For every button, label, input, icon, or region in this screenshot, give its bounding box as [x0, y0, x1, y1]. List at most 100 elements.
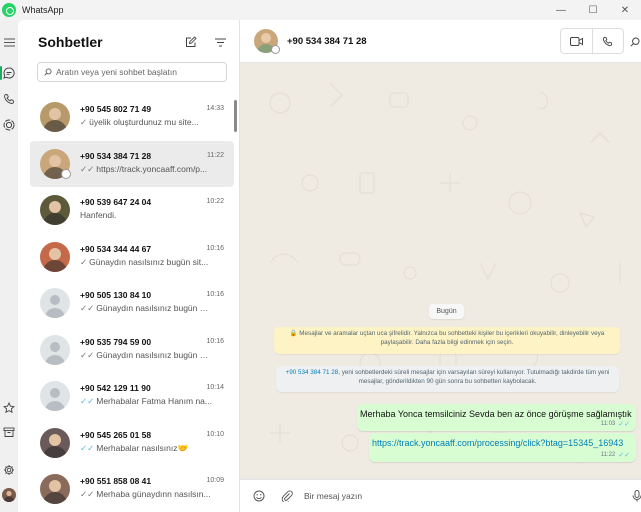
chat-preview: ✓✓ Merhaba günaydınn nasılsın... — [80, 489, 212, 500]
chat-name: +90 542 129 11 90 — [80, 383, 151, 393]
chat-time: 11:22 — [207, 151, 224, 159]
minimize-button[interactable]: — — [545, 0, 577, 20]
preview-text: Günaydın nasılsınız bugün si... — [96, 303, 212, 313]
message-link[interactable]: https://track.yoncaaff.com/processing/cl… — [372, 438, 623, 448]
chat-preview: Hanfendi. — [80, 210, 212, 220]
calls-icon[interactable] — [2, 92, 16, 106]
chat-name: +90 545 265 01 58 — [80, 429, 152, 440]
chat-preview: ✓✓ Merhabalar Fatma Hanım na... — [80, 396, 212, 407]
chat-preview: ✓✓ Merhabalar nasılsınız🤝 — [80, 443, 212, 454]
maximize-button[interactable]: ☐ — [577, 0, 609, 20]
default-avatar-icon — [40, 381, 70, 411]
search-box[interactable] — [37, 62, 227, 82]
chat-time: 10:10 — [206, 430, 224, 438]
filter-icon[interactable] — [212, 34, 228, 50]
delivery-tick-icon: ✓✓ — [80, 163, 95, 174]
contact-avatar — [40, 427, 70, 458]
profile-avatar[interactable] — [2, 488, 16, 502]
video-camera-icon — [569, 36, 583, 46]
outgoing-message[interactable]: https://track.yoncaaff.com/processing/cl… — [369, 433, 636, 462]
chat-list-scrollbar[interactable] — [234, 100, 237, 132]
chat-list-item[interactable]: +90 539 647 24 04 10:22 Hanfendi. — [30, 187, 234, 234]
navigation-rail — [0, 20, 18, 512]
chat-time: 10:22 — [206, 198, 224, 205]
title-bar: WhatsApp — ☐ ✕ — [0, 0, 641, 20]
contact-name[interactable]: +90 534 384 71 28 — [287, 36, 367, 47]
chat-list-item[interactable]: +90 542 129 11 90 10:14 ✓✓ Merhabalar Fatma… — [30, 373, 234, 420]
notice-phone-link[interactable]: +90 534 384 71 28 — [286, 369, 339, 376]
message-time: 11:03 — [600, 421, 616, 427]
encryption-notice[interactable]: 🔒 Mesajlar ve aramalar uçtan uca şifreli… — [274, 327, 620, 354]
menu-icon[interactable] — [2, 35, 16, 49]
search-icon — [44, 68, 52, 76]
chat-time: 14:33 — [206, 105, 224, 112]
date-chip: Bugün — [429, 304, 464, 319]
settings-icon[interactable] — [2, 463, 16, 477]
video-call-button[interactable] — [561, 29, 592, 53]
attach-icon[interactable] — [280, 489, 294, 503]
notice-text: , yeni sohbetlerdeki süreli mesajlar içi… — [338, 369, 610, 385]
chat-preview: ✓✓ Günaydın nasılsınız bugün si... — [80, 303, 212, 314]
read-receipt-icon: ✓✓ — [618, 452, 630, 459]
search-in-chat-icon[interactable] — [630, 34, 641, 48]
delivery-tick-icon: ✓✓ — [80, 396, 95, 406]
message-meta: 11:22 ✓✓ — [601, 451, 630, 459]
chat-name: +90 551 858 08 41 — [80, 476, 152, 486]
contact-avatar — [40, 102, 70, 132]
conversation-header: +90 534 384 71 28 — [240, 20, 641, 63]
chat-list-item[interactable]: +90 545 265 01 58 10:10 ✓✓ Merhabalar nasıl… — [30, 420, 234, 467]
preview-text: Günaydın nasılsınız bugün si... — [96, 349, 212, 360]
status-ring-icon — [271, 45, 280, 54]
preview-text: Merhabalar Fatma Hanım na... — [96, 396, 212, 406]
chat-time: 10:09 — [206, 477, 224, 484]
chat-name: +90 539 647 24 04 — [80, 197, 152, 207]
default-avatar-icon — [40, 334, 70, 365]
app-title: WhatsApp — [22, 5, 64, 15]
chat-preview: ✓✓ Günaydın nasılsınız bugün si... — [80, 350, 212, 361]
chat-list-item[interactable]: +90 534 384 71 28 11:22 ✓✓ https://track.yo… — [30, 140, 234, 187]
chat-list-item[interactable]: +90 534 344 44 67 10:16 ✓ Günaydın nasılsın… — [30, 234, 234, 281]
chats-icon[interactable] — [2, 66, 16, 80]
chat-list-item[interactable]: +90 551 858 08 41 10:09 ✓✓ Merhaba günaydın… — [30, 466, 234, 512]
outgoing-message[interactable]: Merhaba Yonca temsilciniz Sevda ben az ö… — [357, 404, 636, 431]
delivery-tick-icon: ✓✓ — [80, 442, 95, 453]
contact-avatar — [40, 195, 70, 225]
chat-name: +90 534 344 44 67 — [80, 243, 152, 254]
preview-text: Merhabalar nasılsınız🤝 — [96, 442, 189, 453]
conversation-panel: +90 534 384 71 28 Bugün 🔒 Mesajlar ve ar… — [240, 20, 641, 512]
delivery-tick-icon: ✓✓ — [80, 489, 95, 499]
chat-list-item[interactable]: +90 545 802 71 49 14:33 ✓ üyelik oluşturdun… — [30, 94, 234, 141]
chat-list: +90 545 802 71 49 14:33 ✓ üyelik oluşturdun… — [30, 94, 234, 512]
chat-name: +90 545 802 71 49 — [80, 104, 152, 114]
read-receipt-icon: ✓✓ — [618, 421, 630, 428]
message-meta: 11:03 ✓✓ — [601, 420, 630, 428]
starred-icon[interactable] — [2, 401, 16, 415]
preview-text: Hanfendi. — [80, 210, 117, 220]
delivery-tick-icon: ✓ — [80, 117, 88, 127]
archive-icon[interactable] — [2, 425, 16, 439]
default-avatar-icon — [40, 288, 70, 318]
message-text: Merhaba Yonca temsilciniz Sevda ben az ö… — [360, 409, 632, 419]
contact-avatar — [40, 241, 70, 272]
search-input[interactable] — [56, 67, 216, 77]
preview-text: üyelik oluşturdunuz mu site... — [89, 117, 199, 127]
new-chat-icon[interactable] — [183, 34, 199, 50]
disappearing-messages-notice[interactable]: +90 534 384 71 28, yeni sohbetlerdeki sü… — [276, 366, 619, 392]
chat-list-panel: Sohbetler +90 545 802 71 4914:33✓üyelik … — [18, 20, 240, 512]
window-controls: — ☐ ✕ — [545, 0, 641, 20]
delivery-tick-icon: ✓✓ — [80, 349, 95, 360]
delivery-tick-icon: ✓ — [80, 256, 88, 267]
chat-list-item[interactable]: +90 505 130 84 10 10:16 ✓✓ Günaydın nasılsı… — [30, 280, 234, 327]
close-button[interactable]: ✕ — [609, 0, 641, 20]
emoji-icon[interactable] — [252, 489, 266, 503]
preview-text: Merhaba günaydınn nasılsın... — [96, 489, 211, 499]
chat-list-title: Sohbetler — [38, 34, 103, 50]
message-time: 11:22 — [600, 452, 616, 458]
microphone-icon[interactable] — [630, 489, 641, 503]
chat-time: 10:16 — [206, 244, 224, 252]
chat-list-item[interactable]: +90 535 794 59 00 10:16 ✓✓ Günaydın nasılsı… — [30, 327, 234, 374]
voice-call-button[interactable] — [591, 29, 623, 53]
message-input[interactable] — [304, 488, 604, 504]
chat-preview: ✓ üyelik oluşturdunuz mu site... — [80, 117, 212, 128]
status-icon[interactable] — [2, 118, 16, 132]
